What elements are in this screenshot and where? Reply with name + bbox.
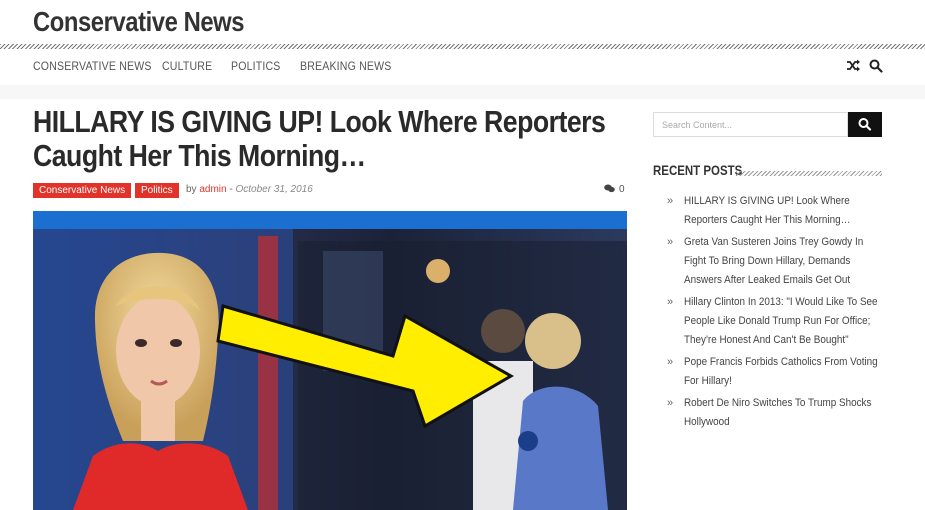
chevron-right-icon: »: [667, 236, 674, 248]
post-title[interactable]: HILLARY IS GIVING UP! Look Where Reporte…: [33, 105, 635, 173]
nav-item-conservative-news[interactable]: CONSERVATIVE NEWS: [33, 59, 152, 73]
sidebar-search-input[interactable]: [653, 112, 848, 137]
main-navigation: CONSERVATIVE NEWS CULTURE POLITICS BREAK…: [0, 49, 925, 86]
chevron-right-icon: »: [667, 356, 674, 368]
site-title[interactable]: Conservative News: [33, 6, 244, 38]
featured-image-art: [33, 211, 627, 510]
sidebar-search-button[interactable]: [848, 112, 882, 137]
nav-item-politics[interactable]: POLITICS: [231, 59, 281, 73]
recent-posts-list: » HILLARY IS GIVING UP! Look Where Report…: [667, 192, 882, 435]
comment-count[interactable]: 0: [604, 184, 625, 195]
comment-count-value: 0: [619, 184, 625, 195]
category-badge-conservative-news[interactable]: Conservative News: [33, 183, 132, 198]
shuffle-icon[interactable]: [846, 59, 862, 75]
recent-post-link[interactable]: Robert De Niro Switches To Trump Shocks …: [684, 394, 884, 432]
byline-separator: -: [229, 184, 233, 195]
content-top-band: [0, 85, 925, 99]
chevron-right-icon: »: [667, 195, 674, 207]
chevron-right-icon: »: [667, 296, 674, 308]
recent-post-item[interactable]: » Hillary Clinton In 2013: "I Would Like …: [667, 293, 882, 350]
byline-prefix: by: [186, 184, 197, 195]
recent-post-item[interactable]: » Pope Francis Forbids Catholics From Vot…: [667, 353, 882, 391]
recent-post-link[interactable]: HILLARY IS GIVING UP! Look Where Reporte…: [684, 192, 884, 230]
search-icon[interactable]: [869, 59, 885, 75]
recent-post-item[interactable]: » Robert De Niro Switches To Trump Shocks…: [667, 394, 882, 432]
recent-posts-heading: RECENT POSTS: [653, 162, 743, 178]
chevron-right-icon: »: [667, 397, 674, 409]
recent-posts-divider: [736, 171, 882, 176]
author-link[interactable]: admin: [199, 184, 226, 195]
category-badge-politics[interactable]: Politics: [135, 183, 179, 198]
recent-post-link[interactable]: Hillary Clinton In 2013: "I Would Like T…: [684, 293, 884, 350]
search-icon: [858, 118, 872, 131]
recent-post-item[interactable]: » HILLARY IS GIVING UP! Look Where Report…: [667, 192, 882, 230]
recent-post-item[interactable]: » Greta Van Susteren Joins Trey Gowdy In …: [667, 233, 882, 290]
recent-post-link[interactable]: Greta Van Susteren Joins Trey Gowdy In F…: [684, 233, 884, 290]
post-date: October 31, 2016: [235, 184, 313, 195]
byline: by admin - October 31, 2016: [186, 184, 313, 195]
recent-post-link[interactable]: Pope Francis Forbids Catholics From Voti…: [684, 353, 884, 391]
nav-item-breaking-news[interactable]: BREAKING NEWS: [300, 59, 391, 73]
nav-item-culture[interactable]: CULTURE: [162, 59, 212, 73]
featured-image[interactable]: [33, 211, 627, 510]
comments-icon: [604, 184, 615, 193]
